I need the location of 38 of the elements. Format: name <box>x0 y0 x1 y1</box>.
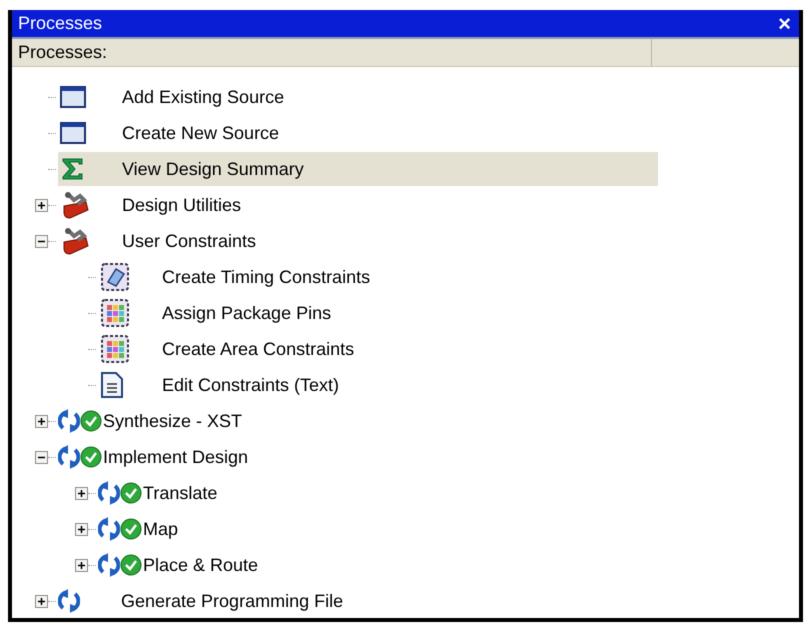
tree-item[interactable]: Translate <box>98 476 224 510</box>
window-title: Processes <box>18 12 102 35</box>
tree-item[interactable]: Map <box>98 512 184 546</box>
expander-icon[interactable] <box>34 234 48 248</box>
expander-icon[interactable] <box>74 522 88 536</box>
refresh-icon <box>58 445 80 469</box>
tree-item[interactable]: Edit Constraints (Text) <box>98 368 346 402</box>
expander-icon[interactable] <box>34 594 48 608</box>
tree-item[interactable]: User Constraints <box>58 224 262 258</box>
tree-item[interactable]: Add Existing Source <box>58 80 290 114</box>
window-icon <box>60 86 86 108</box>
expander-icon[interactable] <box>74 558 88 572</box>
refresh-icon <box>58 409 80 433</box>
refresh-icon <box>58 589 80 613</box>
expander-icon[interactable] <box>34 450 48 464</box>
expander-icon[interactable] <box>34 414 48 428</box>
tree-item[interactable]: Design Utilities <box>58 188 248 222</box>
chip-icon <box>100 262 130 292</box>
tree-item[interactable]: Assign Package Pins <box>98 296 338 330</box>
document-icon <box>100 371 124 399</box>
tree-item[interactable]: Create New Source <box>58 116 286 150</box>
refresh-icon <box>98 553 120 577</box>
tree-item[interactable]: Place & Route <box>98 548 264 582</box>
chip-icon <box>100 334 130 364</box>
tree-item[interactable]: Implement Design <box>58 440 254 474</box>
refresh-icon <box>98 481 120 505</box>
refresh-icon <box>98 517 120 541</box>
expander-icon[interactable] <box>34 198 48 212</box>
tree-item[interactable]: Create Timing Constraints <box>98 260 376 294</box>
tree-item[interactable]: Generate Programming File <box>58 584 350 618</box>
window-icon <box>60 122 86 144</box>
close-button[interactable]: × <box>776 12 793 34</box>
chip-icon <box>100 298 130 328</box>
expander-icon[interactable] <box>74 486 88 500</box>
tree-item[interactable]: View Design Summary <box>58 152 658 186</box>
column-heading: Processes: <box>12 39 652 66</box>
tree-item[interactable]: Synthesize - XST <box>58 404 248 438</box>
tree-item[interactable]: Create Area Constraints <box>98 332 360 366</box>
